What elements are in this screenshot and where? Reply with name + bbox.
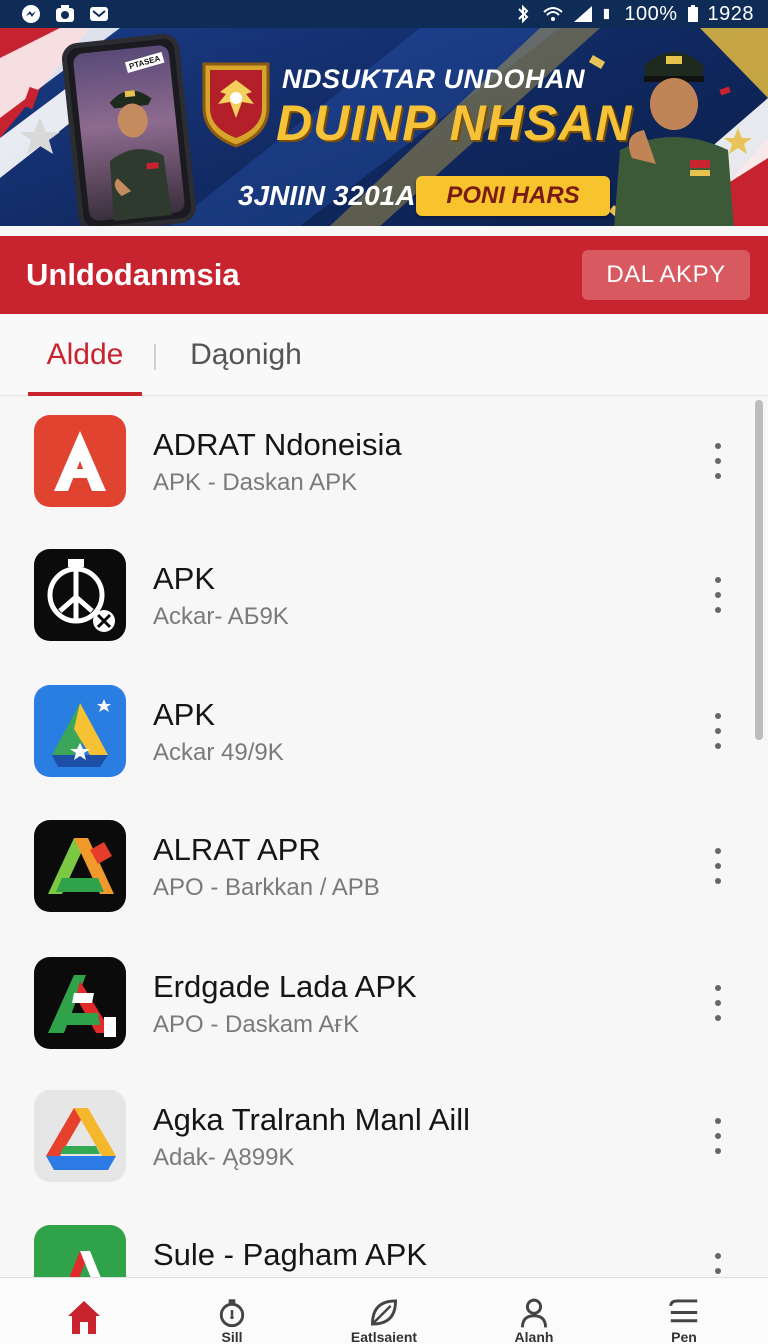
- list-item[interactable]: ADRAT Ndoneisia APK - Daskan APK: [0, 397, 754, 533]
- app-subtitle: Ackar 49/9K: [153, 739, 284, 766]
- app-name: Erdgade Lada APK: [153, 969, 417, 1004]
- triangle-star-icon: [34, 685, 126, 777]
- nav-pen[interactable]: Pen: [624, 1278, 744, 1344]
- list-item[interactable]: ALRAT APR APO - Barkkan / APB: [0, 802, 754, 938]
- nav-alanh[interactable]: Alanh: [474, 1278, 594, 1344]
- status-bar: 100% 1928: [0, 0, 768, 28]
- list-item[interactable]: APK Ackar- AБ9K: [0, 531, 754, 667]
- battery-percent: 100%: [624, 2, 678, 25]
- drive-triangle-icon: [34, 1090, 126, 1182]
- officer-image: [109, 90, 172, 222]
- app-subtitle: Ackar- AБ9K: [153, 603, 289, 630]
- banner-title-line1: NDSUKTAR UNDOHAN: [282, 64, 585, 94]
- app-subtitle: APO - Barkkan / APB: [153, 874, 380, 901]
- page-title: Unldodanmsia: [26, 257, 240, 292]
- tab-daonigh[interactable]: Dąonigh: [180, 314, 312, 396]
- nav-home[interactable]: [24, 1278, 144, 1344]
- more-options-icon[interactable]: [706, 713, 730, 749]
- mail-icon: [90, 7, 108, 21]
- garuda-emblem-icon: [202, 62, 270, 148]
- nav-label: Pen: [671, 1329, 697, 1344]
- app-name: ADRAT Ndoneisia: [153, 427, 402, 462]
- app-name: APK: [153, 561, 216, 596]
- nav-eatlsaient[interactable]: Eatlsaient: [324, 1278, 444, 1344]
- app-header: Unldodanmsia DAL AKPY: [0, 236, 768, 314]
- promo-banner[interactable]: PTASEA NDSUKTAR UNDOHAN DUINP NHSAN 3JNI…: [0, 28, 768, 226]
- banner-cta-button[interactable]: PONI HARS: [416, 176, 610, 216]
- app-name: ALRAT APR: [153, 832, 321, 867]
- battery-icon: [604, 8, 610, 20]
- app-subtitle: APK - Daskan APK: [153, 469, 358, 496]
- nav-sill[interactable]: Sill: [172, 1278, 292, 1344]
- bottom-navigation: Sill Eatlsaient Alanh Pen: [0, 1277, 768, 1344]
- bluetooth-icon: [518, 4, 529, 24]
- more-options-icon[interactable]: [706, 848, 730, 884]
- menu-icon: [669, 1299, 698, 1323]
- banner-date: 3JNIIN 3201A: [238, 180, 416, 211]
- list-item[interactable]: Sule - Pagham APK: [0, 1207, 754, 1277]
- list-item[interactable]: Agka Tralranh Manl Aill Adak- Ą899K: [0, 1072, 754, 1208]
- signal-icon: [574, 6, 593, 22]
- banner-title-line2: DUINP NHSAN: [276, 95, 633, 151]
- peace-clock-icon: [34, 549, 126, 641]
- header-action-button[interactable]: DAL AKPY: [582, 250, 750, 300]
- red-a-icon: [34, 415, 126, 507]
- more-options-icon[interactable]: [706, 1253, 730, 1277]
- app-subtitle: APO - Daskam AғK: [153, 1011, 360, 1038]
- scrollbar[interactable]: [755, 400, 763, 740]
- timer-icon: [219, 1299, 245, 1328]
- tab-bar: Aldde Dąonigh: [0, 314, 768, 396]
- tab-divider: [154, 344, 156, 370]
- phone-tag: PTASEA: [125, 51, 165, 73]
- nav-label: Sill: [221, 1329, 243, 1344]
- nav-label: Eatlsaient: [350, 1329, 418, 1344]
- wifi-icon: [543, 7, 564, 21]
- tab-label: Dąonigh: [190, 338, 302, 371]
- nav-label: Alanh: [514, 1329, 554, 1344]
- app-name: APK: [153, 697, 216, 732]
- flag-a-icon: [34, 957, 126, 1049]
- person-icon: [521, 1298, 547, 1328]
- more-options-icon[interactable]: [706, 443, 730, 479]
- app-list: ADRAT Ndoneisia APK - Daskan APK APK Ack…: [0, 397, 768, 1277]
- tab-aldde[interactable]: Aldde: [28, 314, 142, 396]
- more-options-icon[interactable]: [706, 1118, 730, 1154]
- clock: 1928: [707, 2, 754, 25]
- app-subtitle: Adak- Ą899K: [153, 1144, 295, 1171]
- phone-illustration: PTASEA: [60, 32, 198, 226]
- soldier-image: [614, 52, 734, 226]
- battery-level-icon: [687, 5, 698, 22]
- messenger-icon: [22, 5, 40, 23]
- list-item[interactable]: APK Ackar 49/9K: [0, 667, 754, 803]
- camera-icon: [56, 5, 74, 22]
- app-name: Agka Tralranh Manl Aill: [153, 1102, 471, 1137]
- colorful-a-icon: [34, 820, 126, 912]
- active-tab-indicator: [28, 392, 142, 396]
- tab-label: Aldde: [46, 338, 124, 371]
- more-options-icon[interactable]: [706, 577, 730, 613]
- app-screen: 100% 1928 PTASEA NDSUKTAR UNDOHAN DUINP …: [0, 0, 768, 1344]
- leaf-icon: [371, 1299, 397, 1326]
- home-icon: [68, 1301, 100, 1334]
- green-a-icon: [34, 1225, 126, 1277]
- more-options-icon[interactable]: [706, 985, 730, 1021]
- app-name: Sule - Pagham APK: [153, 1237, 427, 1272]
- list-item[interactable]: Erdgade Lada APK APO - Daskam AғK: [0, 939, 754, 1075]
